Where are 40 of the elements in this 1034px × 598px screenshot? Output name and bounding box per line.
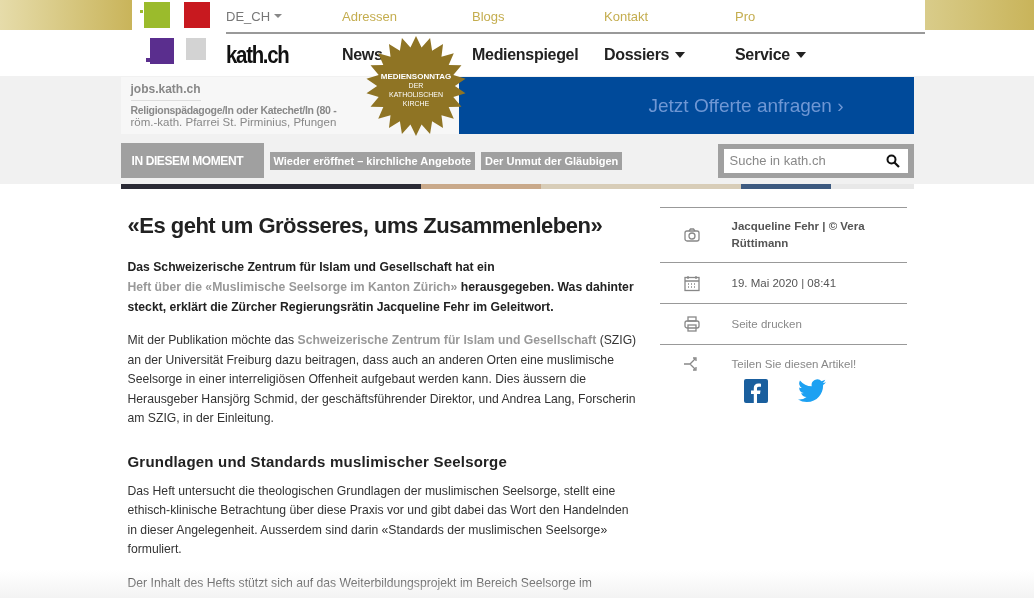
- twitter-icon[interactable]: [797, 379, 826, 403]
- main-nav-link[interactable]: Dossiers: [604, 46, 686, 64]
- article-paragraph: Mit der Publikation möchte das Schweizerische Zentrum für Islam und Gesellschaft (SZIG) an der Universität Freiburg dazu beitragen, dass auch an anderen Orten eine muslimische Seelsorge in einer interreligiösen Offenheit aufgebaut werden kann. Dies äussern die Herausgeber Hansjörg Schmid, der geschäftsführender Direktor, und Andrea Lang, Forscherin am SZIG, in der Einleitung.: [127, 332, 638, 427]
- facebook-icon[interactable]: [743, 379, 768, 403]
- article-lead: Das Schweizerische Zentrum für Islam und Gesellschaft hat ein Heft über die «Muslimische Seelsorge im Kanton Zürich» herausgegeben. Was dahinter steckt, erklärt die Zürcher Regierungsrätin Jacqueline Fehr im Geleitwort.: [127, 259, 635, 316]
- article-paragraph: Das Heft untersucht die theologischen Grundlagen der muslimischen Seelsorge, stellt eine ethisch-klinische Betrachtung über diese Praxis vor und gibt dabei das Wort den Handelnden in dieser Angelegenheit. Ausserdem sind darin «Standards der muslimischen Seelsorge» formuliert.: [127, 482, 630, 558]
- main-nav-link[interactable]: Service: [735, 46, 806, 64]
- ad-banner[interactable]: Jetzt Offerte anfragen ›: [458, 77, 914, 134]
- calendar-icon: [682, 274, 701, 292]
- printer-icon[interactable]: [682, 315, 701, 333]
- main-nav-link[interactable]: News: [342, 46, 383, 64]
- search-button[interactable]: [877, 148, 908, 173]
- publish-date: 19. Mai 2020 | 08:41: [731, 275, 838, 291]
- search-field[interactable]: Suche in kath.ch: [723, 148, 878, 173]
- search-icon: [885, 153, 900, 168]
- print-link[interactable]: Seite drucken: [731, 315, 907, 333]
- camera-icon: [682, 226, 701, 244]
- language-selector[interactable]: DE_CH: [226, 8, 342, 24]
- main-nav-link[interactable]: Medienspiegel: [472, 46, 579, 64]
- photo-credit: Jacqueline Fehr | © Vera Rüttimann: [731, 219, 866, 251]
- section-heading: Grundlagen und Standards muslimischer Seelsorge: [127, 452, 508, 470]
- share-label: Teilen Sie diesen Artikel!: [731, 356, 858, 372]
- article-link[interactable]: Schweizerische Zentrum für Islam und Gesellschaft: [297, 333, 597, 347]
- moment-label: IN DIESEM MOMENT: [120, 143, 264, 178]
- banner-text: Jetzt Offerte anfragen ›: [648, 94, 844, 117]
- topic-tag[interactable]: Wieder eröffnet – kirchliche Angebote: [269, 151, 476, 170]
- top-nav-link[interactable]: Blogs: [472, 8, 604, 24]
- jobs-site: jobs.kath.ch: [130, 82, 201, 101]
- site-logo[interactable]: kath.ch: [226, 41, 289, 69]
- article-paragraph: Der Inhalt des Hefts stützt sich auf das Weiterbildungsprojekt im Bereich Seelsorge im: [127, 574, 593, 592]
- article-link[interactable]: Heft über die «Muslimische Seelsorge im Kanton Zürich»: [127, 280, 458, 294]
- top-nav-link[interactable]: Adressen: [342, 8, 472, 24]
- job-employer: röm.-kath. Pfarrei St. Pirminius, Pfungen: [130, 116, 337, 128]
- badge-title: MEDIENSONNTAG: [380, 72, 452, 81]
- top-nav-link[interactable]: Kontakt: [604, 8, 735, 24]
- job-title: Religionspädagoge/In oder Katechet/In (80 -: [130, 104, 337, 116]
- article-title: «Es geht um Grösseres, ums Zusammenleben»: [127, 213, 604, 239]
- caret-icon: [273, 13, 284, 19]
- top-nav-link[interactable]: Pro: [735, 8, 925, 24]
- topic-tag[interactable]: Der Unmut der Gläubigen: [481, 151, 623, 170]
